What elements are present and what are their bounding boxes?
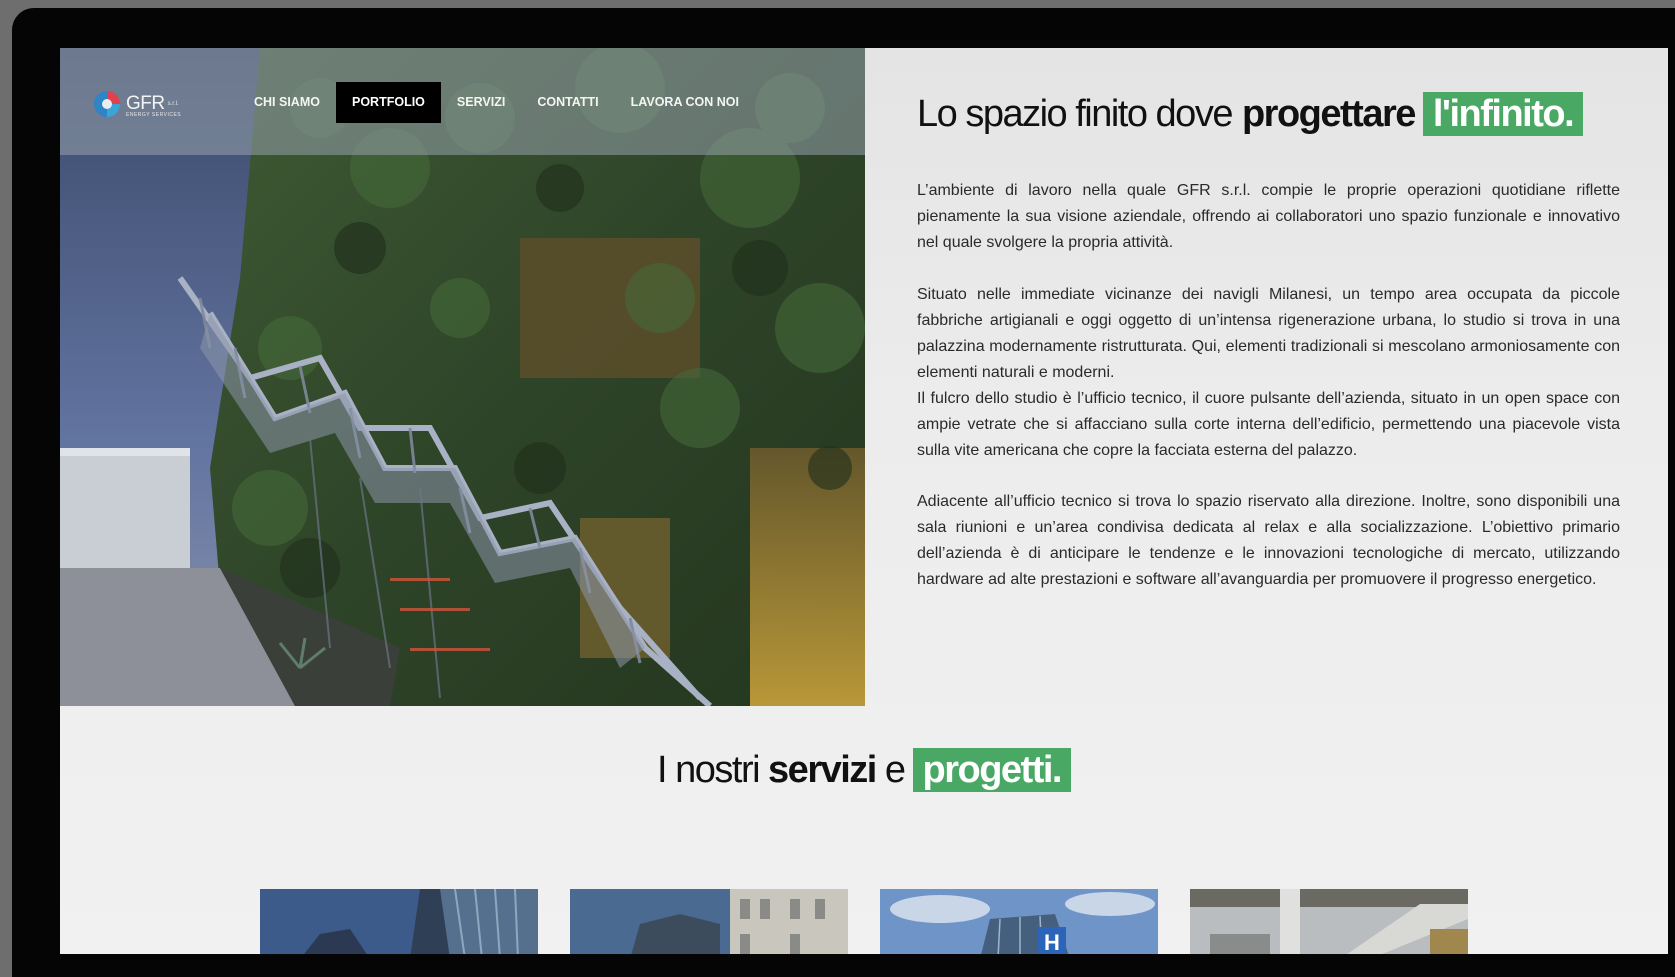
project-card-mall-interior[interactable] xyxy=(1190,889,1468,954)
svg-text:H: H xyxy=(1044,930,1060,954)
location-paragraph: Situato nelle immediate vicinanze dei na… xyxy=(917,286,1620,381)
direction-paragraph: Adiacente all’ufficio tecnico si trova l… xyxy=(917,493,1620,588)
monitor-bezel: GFR s.r.l. ENERGY SERVICES CHI SIAMO POR… xyxy=(12,8,1675,977)
nav-servizi[interactable]: SERVIZI xyxy=(441,82,521,123)
logo-suffix: s.r.l. xyxy=(167,101,179,107)
nav-lavora-con-noi[interactable]: LAVORA CON NOI xyxy=(615,82,755,123)
services-title-conj: e xyxy=(884,748,906,791)
project-card-classic-buildings[interactable] xyxy=(570,889,848,954)
project-card-glass-towers[interactable] xyxy=(260,889,538,954)
office-paragraph: Il fulcro dello studio è l’ufficio tecni… xyxy=(917,390,1620,459)
hero-title-bold: progettare xyxy=(1241,92,1416,135)
services-title-highlight: progetti. xyxy=(912,748,1071,792)
hero-title-highlight: l'infinito. xyxy=(1422,92,1584,136)
hero-title: Lo spazio finito dove progettare l'infin… xyxy=(917,92,1637,136)
services-section-title: I nostri servizi e progetti. xyxy=(60,748,1668,792)
intro-paragraph: L’ambiente di lavoro nella quale GFR s.r… xyxy=(917,182,1620,251)
nav-portfolio[interactable]: PORTFOLIO xyxy=(335,82,441,123)
nav-contatti[interactable]: CONTATTI xyxy=(521,82,614,123)
hero-title-regular: Lo spazio finito dove xyxy=(917,92,1233,135)
top-navbar: GFR s.r.l. ENERGY SERVICES CHI SIAMO POR… xyxy=(60,48,865,155)
gfr-logo[interactable]: GFR s.r.l. ENERGY SERVICES xyxy=(92,86,182,122)
gfr-logo-icon xyxy=(94,91,120,117)
project-card-hospital[interactable]: H xyxy=(880,889,1158,954)
logo-tagline: ENERGY SERVICES xyxy=(126,112,182,118)
website-screen: GFR s.r.l. ENERGY SERVICES CHI SIAMO POR… xyxy=(60,48,1668,954)
project-cards: H xyxy=(260,889,1468,954)
main-menu: CHI SIAMO PORTFOLIO SERVIZI CONTATTI LAV… xyxy=(238,82,755,123)
nav-chi-siamo[interactable]: CHI SIAMO xyxy=(238,82,336,123)
services-title-regular: I nostri xyxy=(657,748,761,791)
services-title-bold: servizi xyxy=(768,748,877,791)
